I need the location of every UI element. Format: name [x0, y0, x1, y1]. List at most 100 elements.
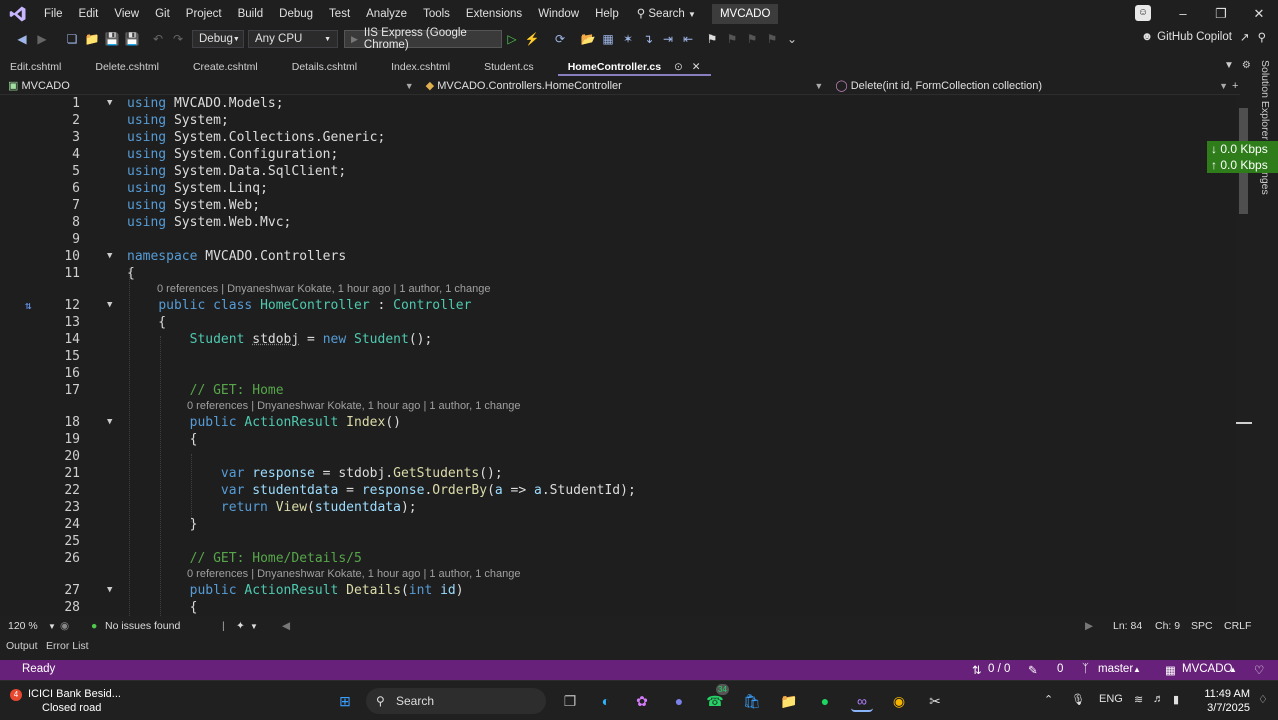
codelens-details[interactable]: 0 references | Dnyaneshwar Kokate, 1 hou…	[187, 566, 521, 582]
code-editor[interactable]: 1 ▼ using MVCADO.Models; 2 using System; 3u…	[0, 96, 1236, 616]
forward-icon[interactable]: ▶	[32, 28, 52, 50]
menu-debug[interactable]: Debug	[271, 0, 321, 28]
zoom-level[interactable]: 120 %	[8, 620, 38, 632]
tab-error-list[interactable]: Error List	[46, 640, 89, 652]
git-repository[interactable]: MVCADO	[1182, 663, 1232, 675]
collapse-icon[interactable]: ▼	[107, 297, 112, 314]
menu-extensions[interactable]: Extensions	[458, 0, 530, 28]
menu-build[interactable]: Build	[230, 0, 272, 28]
tab-student-cs[interactable]: Student.cs	[474, 58, 544, 76]
column-status[interactable]: Ch: 9	[1155, 620, 1180, 632]
browser-link-icon[interactable]: 📂	[578, 28, 598, 50]
teams-icon[interactable]: ●	[668, 690, 690, 712]
pin-icon[interactable]: ⊙	[674, 61, 683, 73]
outdent-icon[interactable]: ⇤	[678, 28, 698, 50]
pending-changes-count[interactable]: 0	[1057, 663, 1063, 675]
git-changes-tab[interactable]: nges	[1259, 172, 1271, 195]
toolbar-overflow-icon[interactable]: ⌄	[782, 28, 802, 50]
copilot-app-icon[interactable]: ✿	[631, 690, 653, 712]
run-target-button[interactable]: ▶ IIS Express (Google Chrome)	[344, 27, 502, 51]
member-dropdown[interactable]: ◯ Delete(int id, FormCollection collecti…	[827, 77, 1232, 95]
start-without-debugging-icon[interactable]: ▷	[502, 28, 522, 50]
git-change-icon[interactable]: ⇅	[25, 297, 32, 314]
microphone-icon[interactable]: 🎙	[1071, 693, 1085, 706]
input-language[interactable]: ENG	[1099, 693, 1123, 705]
wifi-icon[interactable]: ≋	[1134, 693, 1143, 706]
notification-bell-icon[interactable]: ♢	[1258, 693, 1268, 706]
settings-icon[interactable]: ⚙	[1242, 60, 1251, 71]
menu-git[interactable]: Git	[147, 0, 178, 28]
platform-select[interactable]: Any CPU ▼	[248, 30, 338, 48]
user-icon[interactable]: ⚲	[1258, 30, 1266, 44]
menu-analyze[interactable]: Analyze	[358, 0, 415, 28]
collapse-icon[interactable]: ▼	[107, 414, 112, 431]
solution-explorer-tab[interactable]: Solution Explorer	[1259, 60, 1271, 140]
volume-icon[interactable]: ♬	[1153, 693, 1164, 705]
type-dropdown[interactable]: ◆ MVCADO.Controllers.HomeController ▼	[418, 77, 828, 95]
new-item-icon[interactable]: ❏	[62, 28, 82, 50]
menu-window[interactable]: Window	[530, 0, 587, 28]
microsoft-store-icon[interactable]: 🛍	[741, 690, 763, 712]
close-tab-icon[interactable]: ✕	[692, 61, 701, 73]
whitespace-status[interactable]: SPC	[1191, 620, 1213, 632]
codelens-homecontroller[interactable]: 0 references | Dnyaneshwar Kokate, 1 hou…	[157, 281, 491, 297]
menu-help[interactable]: Help	[587, 0, 627, 28]
whatsapp-icon[interactable]: ☎ 34	[704, 684, 729, 712]
tab-homecontroller-cs[interactable]: HomeController.cs ⊙ ✕	[557, 58, 711, 76]
chrome-icon[interactable]: ◉	[888, 690, 910, 712]
task-view-icon[interactable]: ❐	[559, 690, 581, 712]
git-icon[interactable]: ✶	[618, 28, 638, 50]
bookmark-icon[interactable]: ⚑	[702, 28, 722, 50]
collapse-icon[interactable]: ▼	[107, 582, 112, 599]
start-menu-icon[interactable]: ⊞	[334, 690, 356, 712]
step-icon[interactable]: ↴	[638, 28, 658, 50]
visual-studio-taskbar-icon[interactable]: ∞	[851, 690, 873, 712]
tab-edit-cshtml[interactable]: Edit.cshtml	[0, 58, 71, 76]
taskbar-search[interactable]: ⚲ Search	[366, 688, 546, 714]
scroll-right-icon[interactable]: ▶	[1085, 620, 1093, 632]
tab-index-cshtml[interactable]: Index.cshtml	[381, 58, 460, 76]
share-icon[interactable]: ↗	[1240, 30, 1250, 44]
split-editor-button[interactable]: +	[1232, 77, 1240, 95]
open-folder-icon[interactable]: 📁	[82, 28, 102, 50]
sync-icon[interactable]: ⇅	[972, 663, 982, 677]
spotify-icon[interactable]: ●	[814, 690, 836, 712]
file-explorer-icon[interactable]: 📁	[778, 690, 800, 712]
restore-icon[interactable]: ❐	[1202, 0, 1240, 28]
taskbar-clock[interactable]: 11:49 AM 3/7/2025	[1190, 687, 1250, 715]
chevron-down-icon[interactable]: ▼	[48, 622, 56, 631]
project-dropdown[interactable]: ▣ MVCADO ▼	[0, 77, 418, 95]
git-sync-status[interactable]: 0 / 0	[988, 663, 1010, 675]
bookmark-prev-icon[interactable]: ⚑	[722, 28, 742, 50]
news-widget[interactable]: 4 ICICI Bank Besid... Closed road	[10, 687, 121, 715]
tab-list-dropdown-icon[interactable]: ▼	[1224, 60, 1234, 71]
menu-project[interactable]: Project	[178, 0, 230, 28]
chevron-up-icon[interactable]: ⌃	[1044, 693, 1053, 706]
tab-details-cshtml[interactable]: Details.cshtml	[282, 58, 367, 76]
feature-search[interactable]: ⚲ Search ▼	[627, 0, 706, 29]
snipping-tool-icon[interactable]: ✂	[924, 690, 946, 712]
line-ending-status[interactable]: CRLF	[1224, 620, 1251, 632]
indent-icon[interactable]: ⇥	[658, 28, 678, 50]
scroll-left-icon[interactable]: ◀	[282, 620, 290, 632]
issues-status[interactable]: No issues found	[105, 620, 180, 632]
minimize-icon[interactable]: –	[1164, 0, 1202, 28]
configuration-select[interactable]: Debug ▼	[192, 30, 244, 48]
refresh-icon[interactable]: ⟳	[550, 28, 570, 50]
tab-output[interactable]: Output	[6, 640, 38, 652]
git-branch[interactable]: master	[1098, 663, 1133, 675]
menu-tools[interactable]: Tools	[415, 0, 458, 28]
battery-icon[interactable]: ▮	[1173, 693, 1179, 706]
undo-icon[interactable]: ↶	[148, 28, 168, 50]
vertical-scrollbar[interactable]	[1236, 96, 1252, 616]
redo-icon[interactable]: ↷	[168, 28, 188, 50]
collapse-icon[interactable]: ▼	[107, 248, 112, 265]
chevron-down-icon[interactable]: ▼	[250, 622, 258, 631]
back-icon[interactable]: ◀	[12, 28, 32, 50]
edge-browser-icon[interactable]: ◐	[595, 690, 617, 712]
code-cleanup-icon[interactable]: ✦	[236, 620, 245, 632]
menu-view[interactable]: View	[106, 0, 147, 28]
menu-file[interactable]: File	[36, 0, 71, 28]
notifications-icon[interactable]: ♡	[1254, 663, 1264, 677]
bookmark-clear-icon[interactable]: ⚑	[762, 28, 782, 50]
